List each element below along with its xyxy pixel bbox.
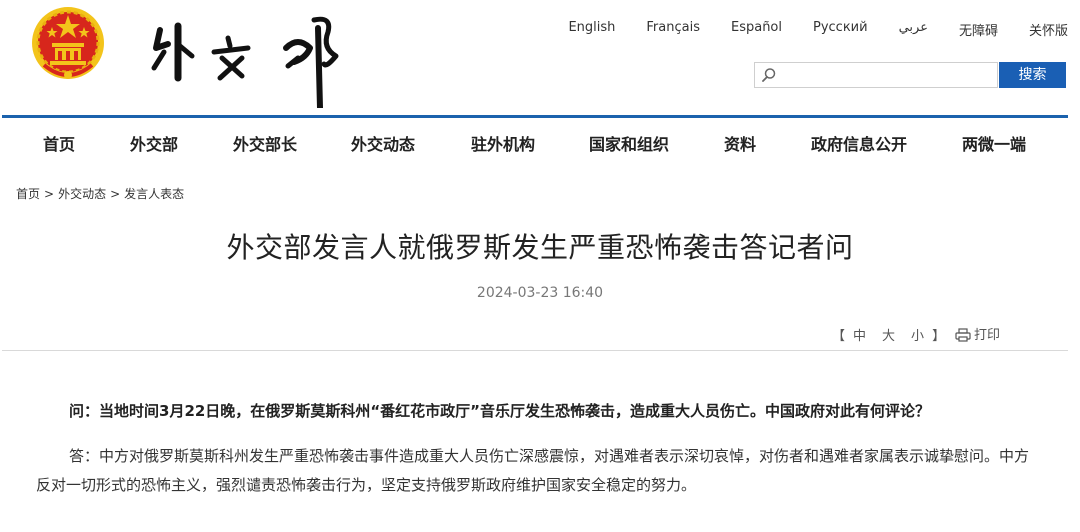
breadcrumb-home[interactable]: 首页 <box>16 187 40 201</box>
nav-item-countries[interactable]: 国家和组织 <box>589 131 669 155</box>
breadcrumb: 首页 > 外交动态 > 发言人表态 <box>16 185 184 202</box>
elderly-care-link[interactable]: 关怀版 <box>1029 20 1068 39</box>
nav-item-gov-info[interactable]: 政府信息公开 <box>811 131 907 155</box>
breadcrumb-separator: > <box>110 187 121 201</box>
lang-spanish-link[interactable]: Español <box>731 20 782 39</box>
publish-date: 2024-03-23 16:40 <box>476 285 604 301</box>
font-size-medium-button[interactable]: 大 <box>882 329 895 344</box>
search-input[interactable] <box>781 66 995 86</box>
breadcrumb-spokesperson[interactable]: 发言人表态 <box>124 187 184 201</box>
search-icon <box>762 68 776 82</box>
font-size-controls: 【中 大 小】 <box>832 325 945 344</box>
question-paragraph: 问：当地时间3月22日晚，在俄罗斯莫斯科州“番红花市政厅”音乐厅发生恐怖袭击，造… <box>69 402 931 420</box>
national-emblem-icon[interactable] <box>30 5 106 83</box>
main-nav: 首页 外交部 外交部长 外交动态 驻外机构 国家和组织 资料 政府信息公开 两微… <box>0 118 1080 164</box>
lang-english-link[interactable]: English <box>568 20 615 39</box>
nav-item-resources[interactable]: 资料 <box>724 131 756 155</box>
site-header: English Français Español Русский عربي 无障… <box>0 0 1080 118</box>
search-button[interactable]: 搜索 <box>999 62 1066 88</box>
font-size-large-button[interactable]: 中 <box>853 329 866 344</box>
nav-item-missions[interactable]: 驻外机构 <box>471 131 535 155</box>
nav-item-news[interactable]: 外交动态 <box>351 131 415 155</box>
font-size-small-button[interactable]: 小 <box>911 329 924 344</box>
print-label: 打印 <box>974 328 1001 343</box>
language-switcher: English Français Español Русский عربي 无障… <box>537 20 1068 39</box>
nav-item-home[interactable]: 首页 <box>43 131 75 155</box>
nav-item-social[interactable]: 两微一端 <box>962 131 1026 155</box>
bracket-close: 】 <box>932 329 946 344</box>
content-divider <box>2 350 1068 351</box>
nav-item-ministry[interactable]: 外交部 <box>130 131 178 155</box>
answer-paragraph: 答：中方对俄罗斯莫斯科州发生严重恐怖袭击事件造成重大人员伤亡深感震惊，对遇难者表… <box>36 447 1030 494</box>
lang-arabic-link[interactable]: عربي <box>899 20 928 39</box>
print-button[interactable]: 打印 <box>955 324 1000 343</box>
page-title: 外交部发言人就俄罗斯发生严重恐怖袭击答记者问 <box>226 231 854 264</box>
lang-french-link[interactable]: Français <box>646 20 700 39</box>
breadcrumb-separator: > <box>44 187 55 201</box>
search-box <box>754 62 998 88</box>
breadcrumb-news[interactable]: 外交动态 <box>58 187 106 201</box>
accessibility-link[interactable]: 无障碍 <box>959 20 998 39</box>
nav-item-minister[interactable]: 外交部长 <box>233 131 297 155</box>
site-logo-calligraphy[interactable] <box>148 8 348 108</box>
printer-icon <box>955 328 971 342</box>
bracket-open: 【 <box>832 329 846 344</box>
lang-russian-link[interactable]: Русский <box>813 20 868 39</box>
